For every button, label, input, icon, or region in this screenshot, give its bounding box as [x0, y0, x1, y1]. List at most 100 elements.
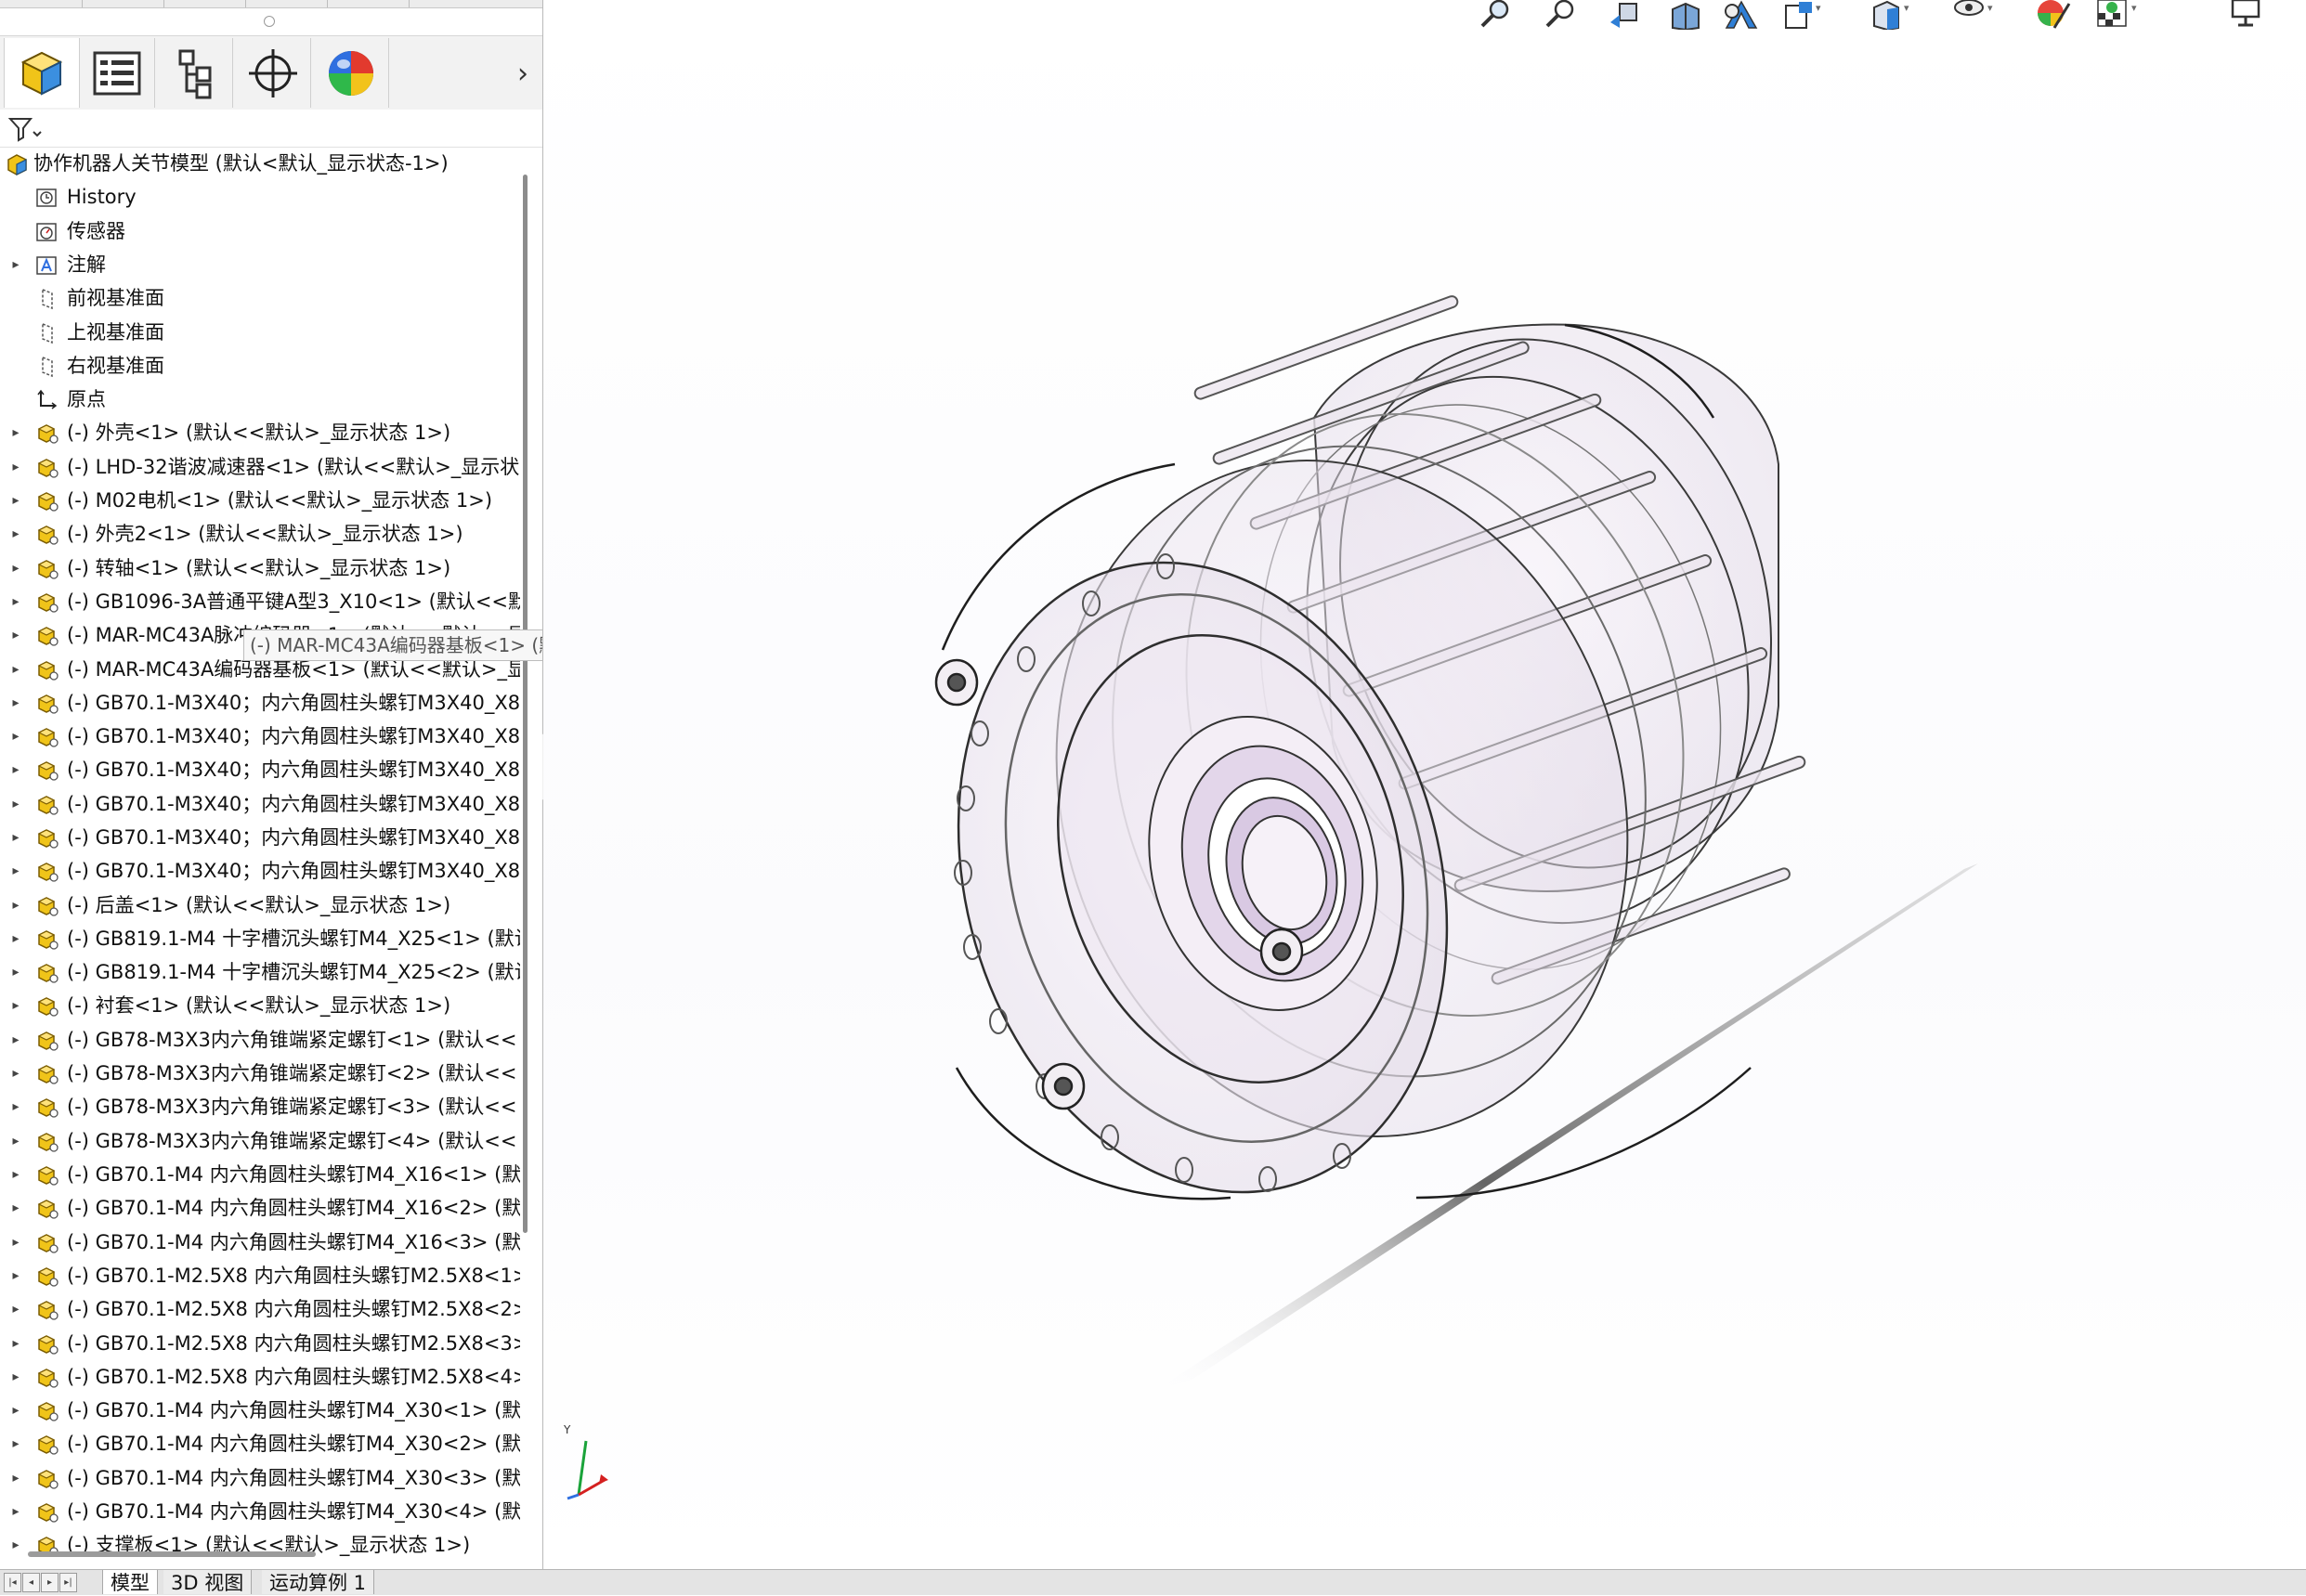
- expand-arrow-icon[interactable]: ▸: [9, 1327, 22, 1360]
- tree-item[interactable]: ▸ (-) GB70.1-M3X40；内六角圆柱头螺钉M3X40_X8: [0, 720, 520, 753]
- tree-item[interactable]: ▸ (-) GB70.1-M4 内六角圆柱头螺钉M4_X30<3> (默认: [0, 1461, 520, 1495]
- tree-item[interactable]: ▸ (-) GB70.1-M4 内六角圆柱头螺钉M4_X16<3> (默认: [0, 1226, 520, 1259]
- tree-horizontal-scrollbar[interactable]: [28, 1551, 316, 1557]
- tree-item[interactable]: ▸ (-) GB78-M3X3内六角锥端紧定螺钉<2> (默认<<: [0, 1057, 520, 1090]
- expand-arrow-icon[interactable]: ▸: [9, 653, 22, 686]
- more-tabs-chevron-icon[interactable]: ›: [509, 55, 537, 92]
- bottom-tab[interactable]: 运动算例 1: [262, 1570, 375, 1594]
- tree-item[interactable]: ▸ (-) GB819.1-M4 十字槽沉头螺钉M4_X25<2> (默认: [0, 955, 520, 989]
- tree-item[interactable]: ▸ (-) GB70.1-M4 内六角圆柱头螺钉M4_X30<4> (默认: [0, 1495, 520, 1528]
- expand-arrow-icon[interactable]: ▸: [9, 854, 22, 888]
- feature-manager-tab[interactable]: [4, 38, 80, 108]
- tree-item[interactable]: ▸ (-) GB70.1-M2.5X8 内六角圆柱头螺钉M2.5X8<1>: [0, 1259, 520, 1292]
- tree-item[interactable]: 右视基准面: [0, 349, 520, 383]
- tree-item[interactable]: ▸ (-) GB70.1-M3X40；内六角圆柱头螺钉M3X40_X8: [0, 821, 520, 854]
- expand-arrow-icon[interactable]: ▸: [9, 989, 22, 1022]
- bottom-tab[interactable]: 3D 视图: [163, 1570, 253, 1594]
- expand-arrow-icon[interactable]: ▸: [9, 1292, 22, 1326]
- tree-item[interactable]: ▸ (-) GB78-M3X3内六角锥端紧定螺钉<4> (默认<<: [0, 1124, 520, 1158]
- expand-arrow-icon[interactable]: ▸: [9, 618, 22, 652]
- expand-arrow-icon[interactable]: ▸: [9, 1158, 22, 1191]
- expand-arrow-icon[interactable]: ▸: [9, 821, 22, 854]
- expand-arrow-icon[interactable]: ▸: [9, 1259, 22, 1292]
- tree-vertical-scrollbar[interactable]: [522, 158, 529, 1551]
- tree-item[interactable]: ▸ (-) 外壳<1> (默认<<默认>_显示状态 1>): [0, 416, 520, 449]
- next-tab-button[interactable]: ▸: [41, 1573, 59, 1592]
- expand-arrow-icon[interactable]: ▸: [9, 1090, 22, 1123]
- graphics-viewport[interactable]: ▾ ▾ ▾ ▾ Y: [543, 0, 2306, 1569]
- filter-icon[interactable]: [7, 115, 45, 143]
- tree-item[interactable]: ▸ (-) GB70.1-M4 内六角圆柱头螺钉M4_X30<1> (默认: [0, 1394, 520, 1427]
- property-manager-tab[interactable]: [80, 38, 155, 108]
- expand-arrow-icon[interactable]: ▸: [9, 1461, 22, 1495]
- expand-arrow-icon[interactable]: ▸: [9, 753, 22, 786]
- tree-item[interactable]: ▸ (-) GB70.1-M3X40；内六角圆柱头螺钉M3X40_X8: [0, 787, 520, 821]
- expand-arrow-icon[interactable]: ▸: [9, 450, 22, 484]
- tree-item[interactable]: ▸ (-) GB70.1-M4 内六角圆柱头螺钉M4_X16<1> (默认: [0, 1158, 520, 1191]
- display-manager-tab[interactable]: [314, 38, 389, 108]
- tree-item[interactable]: 原点: [0, 383, 520, 416]
- expand-arrow-icon[interactable]: ▸: [9, 686, 22, 720]
- expand-arrow-icon[interactable]: ▸: [9, 787, 22, 821]
- prev-tab-button[interactable]: ◂: [22, 1573, 40, 1592]
- configuration-manager-tab[interactable]: [158, 38, 233, 108]
- tree-item[interactable]: ▸ (-) GB70.1-M4 内六角圆柱头螺钉M4_X30<2> (默认: [0, 1427, 520, 1460]
- tree-item-label: 注解: [67, 253, 106, 276]
- tree-item[interactable]: History: [0, 180, 520, 214]
- origin-icon: [35, 388, 58, 410]
- tree-item[interactable]: ▸ (-) GB70.1-M3X40；内六角圆柱头螺钉M3X40_X8: [0, 686, 520, 720]
- tree-item[interactable]: ▸ 注解: [0, 248, 520, 281]
- tree-item[interactable]: ▸ (-) GB1096-3A普通平键A型3_X10<1> (默认<<默认: [0, 585, 520, 618]
- first-tab-button[interactable]: |◂: [4, 1573, 21, 1592]
- tree-item[interactable]: ▸ (-) GB70.1-M2.5X8 内六角圆柱头螺钉M2.5X8<4>: [0, 1360, 520, 1394]
- tree-item[interactable]: 前视基准面: [0, 281, 520, 315]
- tree-item[interactable]: ▸ (-) GB70.1-M2.5X8 内六角圆柱头螺钉M2.5X8<3>: [0, 1327, 520, 1360]
- expand-arrow-icon[interactable]: ▸: [9, 484, 22, 517]
- expand-arrow-icon[interactable]: ▸: [9, 1023, 22, 1057]
- tree-item[interactable]: ▸ (-) GB78-M3X3内六角锥端紧定螺钉<3> (默认<<: [0, 1090, 520, 1123]
- expand-arrow-icon[interactable]: ▸: [9, 551, 22, 585]
- tree-item[interactable]: ▸ (-) GB70.1-M3X40；内六角圆柱头螺钉M3X40_X8: [0, 854, 520, 888]
- expand-arrow-icon[interactable]: ▸: [9, 1191, 22, 1225]
- last-tab-button[interactable]: ▸|: [59, 1573, 77, 1592]
- expand-arrow-icon[interactable]: ▸: [9, 1124, 22, 1158]
- panel-collapse-handle[interactable]: [264, 16, 275, 27]
- 3d-model-view[interactable]: [543, 0, 2306, 1569]
- part-icon: [35, 456, 59, 478]
- dimxpert-manager-tab[interactable]: [236, 38, 311, 108]
- expand-arrow-icon[interactable]: ▸: [9, 922, 22, 955]
- tree-item[interactable]: ▸ (-) 外壳2<1> (默认<<默认>_显示状态 1>): [0, 517, 520, 551]
- part-icon: [35, 1231, 59, 1253]
- tree-item[interactable]: ▸ (-) LHD-32谐波减速器<1> (默认<<默认>_显示状态: [0, 450, 520, 484]
- tree-item[interactable]: ▸ (-) GB70.1-M4 内六角圆柱头螺钉M4_X16<2> (默认: [0, 1191, 520, 1225]
- tree-item[interactable]: 传感器: [0, 214, 520, 248]
- part-icon: [35, 894, 59, 916]
- tree-item[interactable]: ▸ (-) M02电机<1> (默认<<默认>_显示状态 1>): [0, 484, 520, 517]
- tree-item-label: (-) GB70.1-M2.5X8 内六角圆柱头螺钉M2.5X8<4>: [67, 1366, 520, 1388]
- tree-item[interactable]: ▸ (-) 后盖<1> (默认<<默认>_显示状态 1>): [0, 889, 520, 922]
- tree-item[interactable]: ▸ (-) 衬套<1> (默认<<默认>_显示状态 1>): [0, 989, 520, 1022]
- expand-arrow-icon[interactable]: ▸: [9, 1427, 22, 1460]
- tree-item[interactable]: ▸ (-) GB819.1-M4 十字槽沉头螺钉M4_X25<1> (默认: [0, 922, 520, 955]
- bottom-tab[interactable]: 模型: [102, 1570, 158, 1594]
- expand-arrow-icon[interactable]: ▸: [9, 416, 22, 449]
- expand-arrow-icon[interactable]: ▸: [9, 955, 22, 989]
- tree-item[interactable]: ▸ (-) GB70.1-M2.5X8 内六角圆柱头螺钉M2.5X8<2>: [0, 1292, 520, 1326]
- tree-item-label: (-) GB70.1-M3X40；内六角圆柱头螺钉M3X40_X8: [67, 860, 520, 882]
- expand-arrow-icon[interactable]: ▸: [9, 1495, 22, 1528]
- expand-arrow-icon[interactable]: ▸: [9, 1360, 22, 1394]
- expand-arrow-icon[interactable]: ▸: [9, 248, 22, 281]
- expand-arrow-icon[interactable]: ▸: [9, 1226, 22, 1259]
- expand-arrow-icon[interactable]: ▸: [9, 720, 22, 753]
- expand-arrow-icon[interactable]: ▸: [9, 517, 22, 551]
- tree-root-assembly[interactable]: 协作机器人关节模型 (默认<默认_显示状态-1>): [0, 147, 520, 180]
- tree-item[interactable]: 上视基准面: [0, 316, 520, 349]
- expand-arrow-icon[interactable]: ▸: [9, 1528, 22, 1558]
- expand-arrow-icon[interactable]: ▸: [9, 1394, 22, 1427]
- tree-item[interactable]: ▸ (-) 转轴<1> (默认<<默认>_显示状态 1>): [0, 551, 520, 585]
- tree-item[interactable]: ▸ (-) GB78-M3X3内六角锥端紧定螺钉<1> (默认<<: [0, 1023, 520, 1057]
- tree-item[interactable]: ▸ (-) GB70.1-M3X40；内六角圆柱头螺钉M3X40_X8: [0, 753, 520, 786]
- expand-arrow-icon[interactable]: ▸: [9, 1057, 22, 1090]
- expand-arrow-icon[interactable]: ▸: [9, 585, 22, 618]
- expand-arrow-icon[interactable]: ▸: [9, 889, 22, 922]
